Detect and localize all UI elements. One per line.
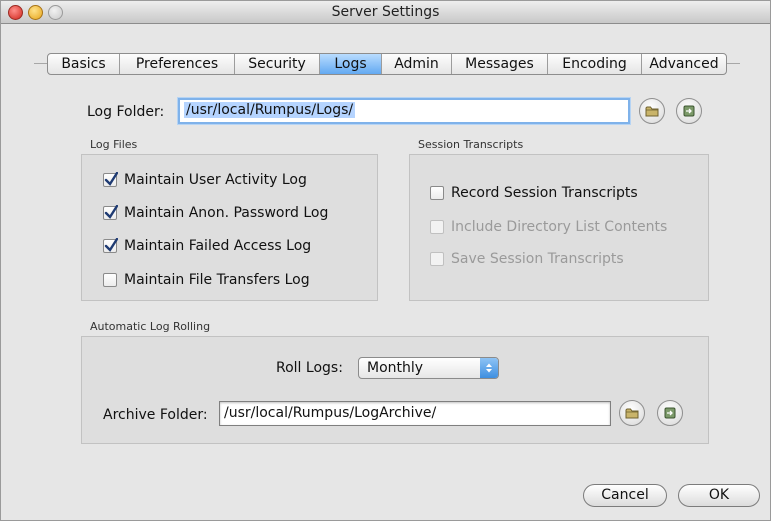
reveal-in-finder-icon (664, 407, 676, 419)
ok-button[interactable]: OK (678, 484, 760, 507)
popup-arrows-icon (480, 358, 498, 378)
choose-log-folder-button[interactable] (639, 98, 665, 124)
save-session-transcripts-label: Save Session Transcripts (451, 251, 624, 267)
folder-icon (645, 106, 659, 117)
log-folder-label: Log Folder: (87, 104, 165, 120)
archive-folder-label: Archive Folder: (103, 407, 208, 423)
checkbox-unchecked-icon[interactable] (103, 273, 117, 287)
tab-basics[interactable]: Basics (48, 54, 120, 74)
server-settings-window: Server Settings Basics Preferences Secur… (0, 0, 771, 521)
window-title: Server Settings (331, 4, 440, 20)
failed-access-log-row[interactable]: Maintain Failed Access Log (103, 237, 311, 255)
log-files-group-title: Log Files (90, 138, 138, 151)
tab-logs[interactable]: Logs (320, 54, 382, 74)
user-activity-log-row[interactable]: Maintain User Activity Log (103, 171, 307, 189)
save-session-transcripts-row: Save Session Transcripts (430, 250, 624, 268)
choose-archive-folder-button[interactable] (619, 400, 645, 426)
user-activity-log-label: Maintain User Activity Log (124, 172, 307, 188)
archive-folder-value: /usr/local/Rumpus/LogArchive/ (224, 405, 437, 421)
anon-password-log-label: Maintain Anon. Password Log (124, 205, 329, 221)
tab-preferences[interactable]: Preferences (120, 54, 235, 74)
checkbox-unchecked-icon[interactable] (430, 186, 444, 200)
log-rolling-group (81, 336, 709, 444)
cancel-button[interactable]: Cancel (583, 484, 667, 507)
tab-advanced[interactable]: Advanced (642, 54, 726, 74)
checkbox-checked-icon[interactable] (103, 205, 118, 220)
anon-password-log-row[interactable]: Maintain Anon. Password Log (103, 204, 328, 222)
log-rolling-group-title: Automatic Log Rolling (90, 320, 211, 333)
file-transfers-log-row[interactable]: Maintain File Transfers Log (103, 271, 310, 289)
log-folder-value: /usr/local/Rumpus/Logs/ (184, 102, 356, 118)
roll-logs-label: Roll Logs: (276, 360, 343, 376)
checkbox-checked-icon[interactable] (103, 172, 118, 187)
file-transfers-log-label: Maintain File Transfers Log (124, 272, 310, 288)
reveal-log-folder-button[interactable] (676, 98, 702, 124)
roll-logs-popup[interactable]: Monthly (358, 357, 499, 379)
record-session-transcripts-label: Record Session Transcripts (451, 185, 638, 201)
checkbox-disabled-icon (430, 252, 444, 266)
roll-logs-value: Monthly (367, 360, 424, 376)
title-bar: Server Settings (1, 1, 770, 24)
include-directory-list-row: Include Directory List Contents (430, 218, 667, 236)
reveal-archive-folder-button[interactable] (657, 400, 683, 426)
record-session-transcripts-row[interactable]: Record Session Transcripts (430, 184, 638, 202)
checkbox-checked-icon[interactable] (103, 238, 118, 253)
folder-icon (625, 408, 639, 419)
tab-admin[interactable]: Admin (382, 54, 452, 74)
reveal-in-finder-icon (683, 105, 695, 117)
include-directory-list-label: Include Directory List Contents (451, 219, 668, 235)
tab-messages[interactable]: Messages (452, 54, 548, 74)
archive-folder-field[interactable]: /usr/local/Rumpus/LogArchive/ (219, 401, 611, 426)
session-transcripts-group-title: Session Transcripts (418, 138, 524, 151)
failed-access-log-label: Maintain Failed Access Log (124, 238, 312, 254)
checkbox-disabled-icon (430, 220, 444, 234)
log-folder-field[interactable]: /usr/local/Rumpus/Logs/ (178, 98, 630, 124)
tab-security[interactable]: Security (235, 54, 320, 74)
tab-bar: Basics Preferences Security Logs Admin M… (47, 53, 727, 75)
tab-encoding[interactable]: Encoding (548, 54, 642, 74)
